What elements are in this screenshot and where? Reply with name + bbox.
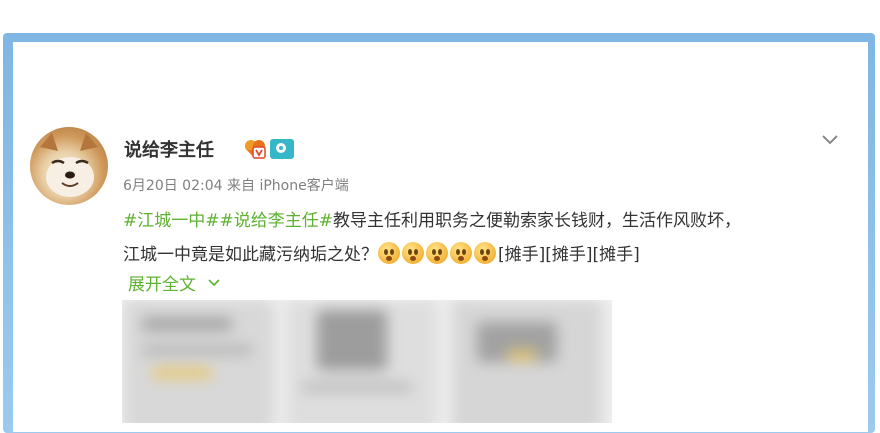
blurred-image-grid[interactable] bbox=[122, 300, 612, 423]
dog-avatar-icon bbox=[40, 133, 98, 197]
expand-full-text-button[interactable]: 展开全文 bbox=[128, 270, 220, 295]
post-source[interactable]: iPhone客户端 bbox=[259, 178, 348, 194]
astonished-emoji-icon bbox=[474, 242, 496, 264]
chevron-down-icon bbox=[208, 278, 220, 286]
vip-icon[interactable] bbox=[244, 138, 266, 160]
content-text-2: 江城一中竟是如此藏污纳垢之处？ bbox=[123, 245, 378, 265]
user-badges bbox=[244, 138, 294, 160]
blurred-images bbox=[122, 300, 612, 423]
post-meta: 6月20日 02:04 来自 iPhone客户端 bbox=[123, 175, 349, 195]
chevron-down-icon[interactable] bbox=[822, 130, 838, 145]
camera-icon[interactable] bbox=[270, 139, 294, 159]
content-line-2: 江城一中竟是如此藏污纳垢之处？ [摊手][摊手][摊手] bbox=[123, 238, 843, 272]
post-time[interactable]: 6月20日 02:04 bbox=[123, 178, 223, 194]
emoji-tags-text: [摊手][摊手][摊手] bbox=[498, 245, 640, 265]
content-line-1: #江城一中##说给李主任#教导主任利用职务之便勒索家长钱财，生活作风败坏， bbox=[123, 204, 843, 238]
astonished-emoji-icon bbox=[378, 242, 400, 264]
expand-label: 展开全文 bbox=[128, 275, 196, 295]
source-prefix: 来自 bbox=[226, 178, 255, 194]
astonished-emoji-icon bbox=[450, 242, 472, 264]
username[interactable]: 说给李主任 bbox=[124, 136, 214, 162]
astonished-emoji-icon bbox=[426, 242, 448, 264]
astonished-emoji-icon bbox=[402, 242, 424, 264]
topic-link-2[interactable]: #说给李主任# bbox=[220, 211, 334, 231]
avatar[interactable] bbox=[30, 127, 108, 205]
post-content: #江城一中##说给李主任#教导主任利用职务之便勒索家长钱财，生活作风败坏， 江城… bbox=[123, 204, 843, 272]
content-text-1: 教导主任利用职务之便勒索家长钱财，生活作风败坏， bbox=[333, 211, 741, 231]
topic-link-1[interactable]: #江城一中# bbox=[123, 211, 220, 231]
